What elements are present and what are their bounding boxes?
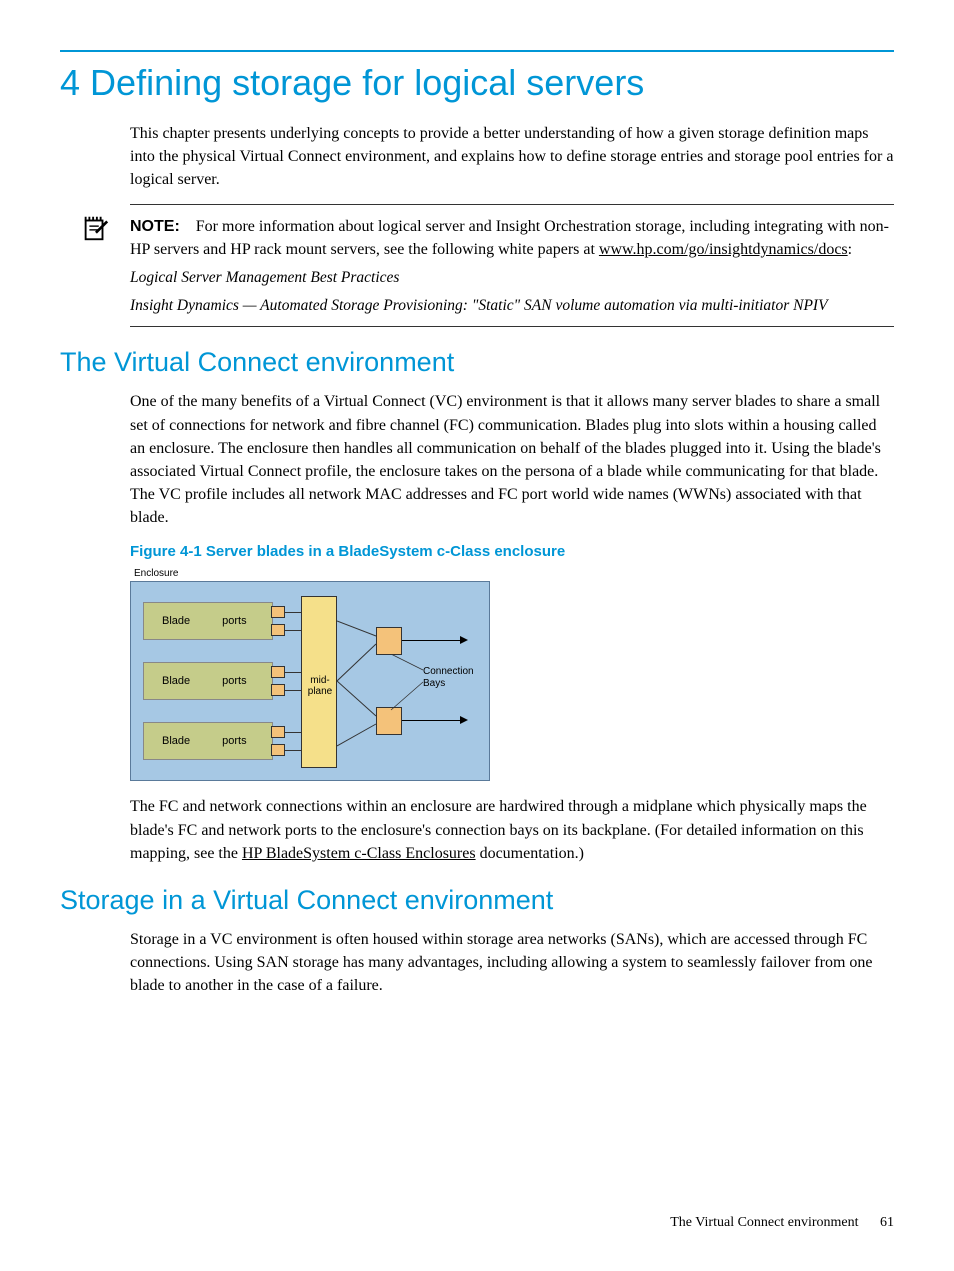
figure-4-1: Enclosure Blade ports Blade ports Blade … xyxy=(130,568,894,781)
para2-after: documentation.) xyxy=(476,845,584,862)
diagram-connector-svg xyxy=(337,596,377,768)
midplane-label: mid-plane xyxy=(304,675,336,697)
diagram-port xyxy=(271,684,285,696)
ports-label: ports xyxy=(222,735,246,747)
note-text-after: : xyxy=(848,241,852,258)
diagram-blade-1: Blade ports xyxy=(143,602,273,640)
diagram-line xyxy=(285,750,301,751)
note-ref-2: Insight Dynamics — Automated Storage Pro… xyxy=(130,295,894,317)
diagram-connection-bay xyxy=(376,627,402,655)
section1-title: The Virtual Connect environment xyxy=(60,347,894,378)
diagram-line xyxy=(285,672,301,673)
diagram-port xyxy=(271,606,285,618)
diagram-port xyxy=(271,624,285,636)
top-rule xyxy=(60,50,894,52)
connection-bays-label: Connection Bays xyxy=(423,666,489,690)
page-footer: The Virtual Connect environment 61 xyxy=(670,1215,894,1231)
diagram-blade-3: Blade ports xyxy=(143,722,273,760)
note-ref-1: Logical Server Management Best Practices xyxy=(130,267,894,289)
section2-title: Storage in a Virtual Connect environment xyxy=(60,885,894,916)
diagram-line xyxy=(285,732,301,733)
footer-section: The Virtual Connect environment xyxy=(670,1215,858,1230)
diagram-port xyxy=(271,666,285,678)
blade-label: Blade xyxy=(162,675,190,687)
diagram-blade-2: Blade ports xyxy=(143,662,273,700)
diagram-port xyxy=(271,744,285,756)
enclosure-label: Enclosure xyxy=(134,568,894,579)
footer-page-number: 61 xyxy=(880,1215,894,1230)
diagram-midplane: mid-plane xyxy=(301,596,337,768)
diagram-label-line xyxy=(389,654,425,714)
diagram-arrowhead xyxy=(460,636,468,644)
bladesystem-link[interactable]: HP BladeSystem c-Class Enclosures xyxy=(242,845,476,862)
section1-para1: One of the many benefits of a Virtual Co… xyxy=(130,390,894,529)
note-link[interactable]: www.hp.com/go/insightdynamics/docs xyxy=(599,241,848,258)
figure-caption: Figure 4-1 Server blades in a BladeSyste… xyxy=(130,543,894,560)
ports-label: ports xyxy=(222,675,246,687)
chapter-title-text: Defining storage for logical servers xyxy=(90,62,644,103)
note-paragraph: NOTE: For more information about logical… xyxy=(130,215,894,261)
diagram-arrow xyxy=(402,720,460,721)
section2-para1: Storage in a VC environment is often hou… xyxy=(130,928,894,998)
diagram-arrowhead xyxy=(460,716,468,724)
diagram-port xyxy=(271,726,285,738)
diagram-enclosure: Blade ports Blade ports Blade ports xyxy=(130,581,490,781)
note-block: NOTE: For more information about logical… xyxy=(130,204,894,328)
chapter-number: 4 xyxy=(60,62,80,103)
chapter-title: 4 Defining storage for logical servers xyxy=(60,62,894,104)
diagram-line xyxy=(285,612,301,613)
diagram-arrow xyxy=(402,640,460,641)
blade-label: Blade xyxy=(162,615,190,627)
note-icon xyxy=(80,213,110,243)
note-label: NOTE: xyxy=(130,218,180,235)
diagram-line xyxy=(285,630,301,631)
ports-label: ports xyxy=(222,615,246,627)
blade-label: Blade xyxy=(162,735,190,747)
section1-para2: The FC and network connections within an… xyxy=(130,795,894,865)
chapter-intro: This chapter presents underlying concept… xyxy=(130,122,894,192)
diagram-line xyxy=(285,690,301,691)
